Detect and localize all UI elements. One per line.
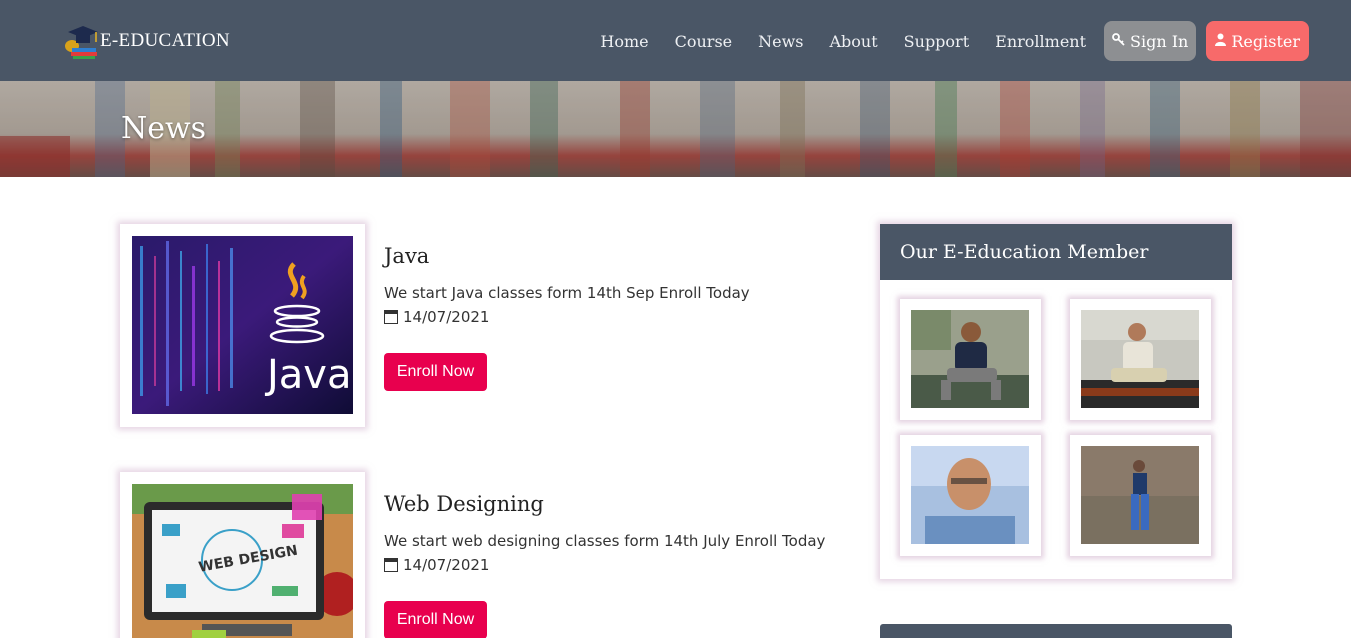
page-banner: News	[0, 81, 1351, 177]
brand-name: E-EDUCATION	[100, 30, 230, 51]
news-item: Java Java We start Java classes form 14t…	[120, 224, 860, 429]
nav-link-support[interactable]: Support	[904, 32, 969, 51]
sidebar-panel-header	[880, 624, 1232, 638]
member-photo[interactable]	[1070, 299, 1211, 420]
news-date: 14/07/2021	[384, 308, 489, 326]
enroll-now-button[interactable]: Enroll Now	[384, 353, 487, 391]
svg-text:Java: Java	[264, 352, 352, 398]
calendar-icon	[384, 310, 398, 324]
member-image	[1081, 310, 1199, 408]
news-description: We start web designing classes form 14th…	[384, 532, 826, 550]
brand[interactable]: E-EDUCATION	[62, 22, 230, 60]
news-image-frame: WEB DESIGN	[120, 472, 365, 638]
nav-link-news[interactable]: News	[758, 32, 803, 51]
register-button[interactable]: Register	[1206, 21, 1309, 61]
register-label: Register	[1231, 31, 1300, 51]
nav-link-enrollment[interactable]: Enrollment	[995, 32, 1086, 51]
member-photo[interactable]	[900, 299, 1041, 420]
news-title: Java	[384, 244, 430, 268]
nav-link-course[interactable]: Course	[675, 32, 733, 51]
java-image[interactable]: Java	[132, 236, 353, 414]
navbar: E-EDUCATION Home Course News About Suppo…	[0, 0, 1351, 81]
news-title: Web Designing	[384, 492, 544, 516]
nav-link-home[interactable]: Home	[600, 32, 648, 51]
members-panel: Our E-Education Member	[880, 224, 1232, 579]
members-panel-title: Our E-Education Member	[880, 224, 1232, 280]
member-photo[interactable]	[1070, 435, 1211, 556]
member-image	[911, 446, 1029, 544]
news-date: 14/07/2021	[384, 556, 489, 574]
news-image-frame: Java	[120, 224, 365, 427]
news-description: We start Java classes form 14th Sep Enro…	[384, 284, 750, 302]
news-date-text: 14/07/2021	[403, 556, 490, 574]
sign-in-button[interactable]: Sign In	[1104, 21, 1197, 61]
main-nav: Home Course News About Support Enrollmen…	[600, 21, 1309, 61]
calendar-icon	[384, 558, 398, 572]
key-icon	[1112, 32, 1125, 50]
user-icon	[1215, 33, 1227, 50]
sign-in-label: Sign In	[1130, 31, 1189, 51]
member-image	[911, 310, 1029, 408]
web-design-image[interactable]: WEB DESIGN	[132, 484, 353, 638]
graduation-cap-books-icon	[62, 22, 102, 60]
member-photo[interactable]	[900, 435, 1041, 556]
news-item: WEB DESIGN Web Designing We start web de…	[120, 472, 860, 638]
page-title: News	[121, 111, 207, 146]
nav-link-about[interactable]: About	[830, 32, 878, 51]
news-date-text: 14/07/2021	[403, 308, 490, 326]
member-image	[1081, 446, 1199, 544]
enroll-now-button[interactable]: Enroll Now	[384, 601, 487, 638]
